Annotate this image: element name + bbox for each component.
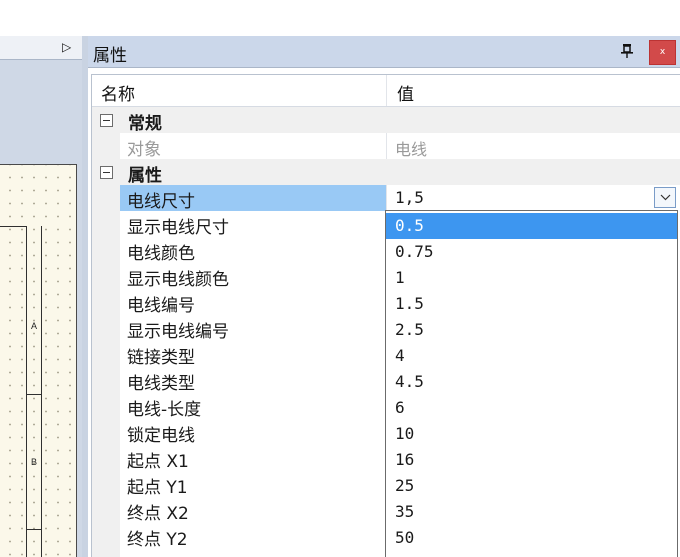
top-strip: [0, 0, 680, 36]
dropdown-option[interactable]: 16: [386, 447, 677, 473]
option-label: 35: [395, 502, 415, 521]
left-panel: ▷ A B: [0, 36, 87, 557]
property-name: 链接类型: [127, 348, 195, 368]
property-name: 显示电线颜色: [127, 270, 229, 290]
category-row-attributes[interactable]: 属性: [92, 159, 680, 186]
property-name: 电线尺寸: [127, 192, 195, 212]
dropdown-option[interactable]: 0.5: [386, 213, 677, 239]
property-row-wire-size[interactable]: 电线尺寸 1,5: [92, 185, 680, 212]
option-label: 0.5: [395, 216, 424, 235]
option-label: 50: [395, 528, 415, 547]
properties-title-bar: 属性 x: [88, 36, 680, 68]
pin-icon[interactable]: [620, 43, 634, 59]
dropdown-option[interactable]: 10: [386, 421, 677, 447]
option-label: 10: [395, 424, 415, 443]
category-label: 属性: [128, 166, 162, 186]
property-name: 电线颜色: [127, 244, 195, 264]
value-column-header: 值: [397, 85, 414, 105]
property-name: 起点 X1: [127, 452, 189, 472]
dropdown-option[interactable]: 1: [386, 265, 677, 291]
property-name: 电线类型: [127, 374, 195, 394]
left-panel-header: ▷: [0, 36, 87, 60]
option-label: 2.5: [395, 320, 424, 339]
property-name: 起点 Y1: [127, 478, 188, 498]
option-label: 4.5: [395, 372, 424, 391]
property-name: 终点 Y2: [127, 530, 188, 550]
dropdown-option[interactable]: 50: [386, 525, 677, 551]
dropdown-button[interactable]: [654, 187, 676, 208]
dropdown-option[interactable]: 6: [386, 395, 677, 421]
category-label: 常规: [128, 114, 162, 134]
frame-line: [0, 226, 26, 227]
row-label-a: A: [31, 321, 38, 331]
option-label: 6: [395, 398, 405, 417]
property-name: 锁定电线: [127, 426, 195, 446]
frame-line: [26, 394, 42, 395]
dropdown-option[interactable]: 0.75: [386, 239, 677, 265]
property-name: 电线-长度: [127, 400, 202, 420]
option-label: 25: [395, 476, 415, 495]
dropdown-option[interactable]: 1.5: [386, 291, 677, 317]
option-label: 4: [395, 346, 405, 365]
wire-size-dropdown-list[interactable]: 0.5 0.75 1 1.5 2.5 4 4.5 6 10 16 25 35 5…: [385, 210, 678, 557]
drawing-canvas[interactable]: A B: [0, 164, 77, 557]
frame-line: [41, 226, 42, 557]
category-row-general[interactable]: 常规: [92, 107, 680, 134]
dropdown-option[interactable]: 2.5: [386, 317, 677, 343]
frame-line: [26, 529, 42, 530]
chevron-down-icon: [660, 194, 671, 201]
property-name: 对象: [127, 140, 161, 160]
option-label: 16: [395, 450, 415, 469]
dropdown-option[interactable]: 35: [386, 499, 677, 525]
option-label: 0.75: [395, 242, 434, 261]
dropdown-option[interactable]: 4.5: [386, 369, 677, 395]
property-value: 电线: [395, 140, 428, 159]
property-name: 显示电线尺寸: [127, 218, 229, 238]
grid-header: 名称 值: [92, 75, 680, 107]
wire-size-value[interactable]: 1,5: [395, 188, 424, 207]
property-row-object[interactable]: 对象 电线: [92, 133, 680, 160]
collapse-icon[interactable]: [100, 114, 113, 127]
name-column-header: 名称: [101, 85, 135, 105]
dropdown-option[interactable]: 25: [386, 473, 677, 499]
panel-title: 属性: [93, 46, 127, 66]
dropdown-option[interactable]: 4: [386, 343, 677, 369]
collapse-arrow-icon[interactable]: ▷: [62, 40, 71, 54]
property-name: 终点 X2: [127, 504, 189, 524]
close-button[interactable]: x: [649, 40, 676, 65]
option-label: 1.5: [395, 294, 424, 313]
property-name: 电线编号: [127, 296, 195, 316]
property-name: 显示电线编号: [127, 322, 229, 342]
collapse-icon[interactable]: [100, 166, 113, 179]
option-label: 1: [395, 268, 405, 287]
frame-line: [26, 226, 27, 557]
row-label-b: B: [31, 457, 38, 467]
